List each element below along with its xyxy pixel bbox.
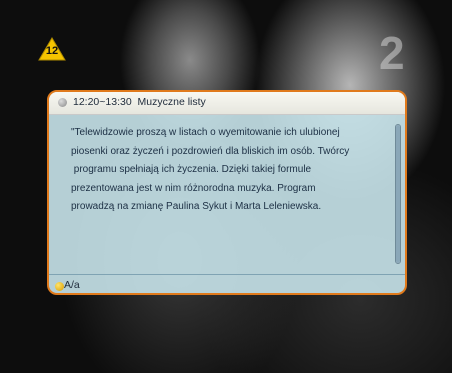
program-heading: 12:20~13:30 Muzyczne listy <box>73 96 206 108</box>
age-rating-label: 12 <box>45 45 59 57</box>
channel-logo: 2 <box>379 27 405 79</box>
description-line: prezentowana jest w nim różnorodna muzyk… <box>71 182 316 194</box>
tv-screen: 12 2 12:20~13:30 Muzyczne listy "Telewid… <box>0 0 452 373</box>
description-scrollbar[interactable] <box>395 124 401 264</box>
description-line: prowadzą na zmianę Paulina Sykut i Marta… <box>71 201 322 212</box>
yellow-key-icon <box>55 282 64 291</box>
footer-key-label[interactable]: A/a <box>64 279 80 291</box>
epg-info-panel: 12:20~13:30 Muzyczne listy "Telewidzowie… <box>47 90 407 295</box>
description-line: "Telewidzowie proszą w listach o wyemito… <box>71 127 340 138</box>
description-line: piosenki oraz życzeń i pozdrowień dla bl… <box>71 145 350 157</box>
scrollbar-thumb[interactable] <box>396 125 400 263</box>
program-title: Muzyczne listy <box>137 96 206 108</box>
bullet-icon <box>58 98 67 107</box>
program-description: "Telewidzowie proszą w listach o wyemito… <box>71 124 389 217</box>
description-line: programu spełniają ich życzenia. Dzięki … <box>71 164 312 175</box>
program-header: 12:20~13:30 Muzyczne listy <box>49 92 405 115</box>
footer-divider <box>49 274 405 275</box>
program-time: 12:20~13:30 <box>73 96 132 108</box>
